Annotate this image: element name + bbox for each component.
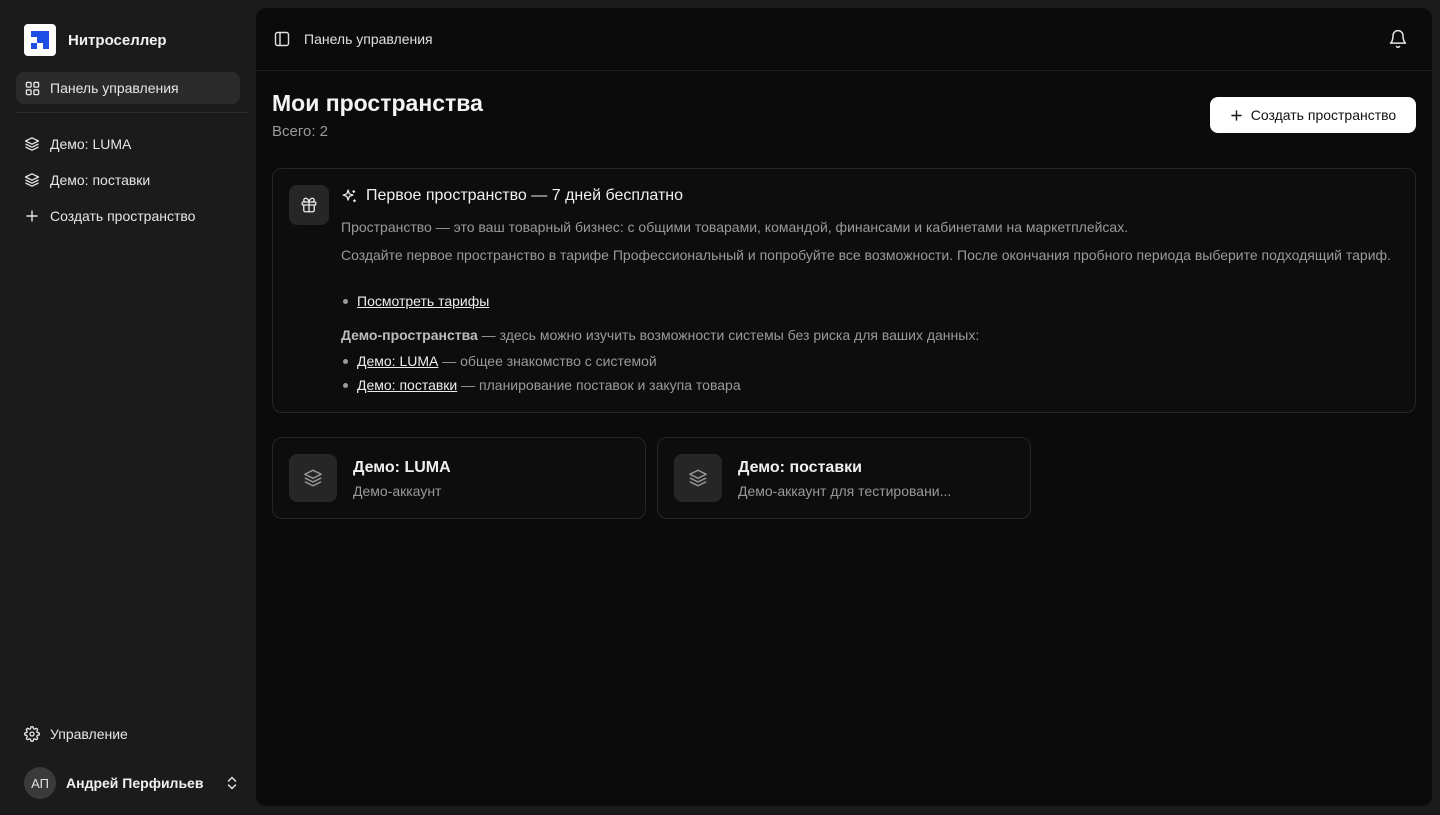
demo-luma-link[interactable]: Демо: LUMA bbox=[357, 353, 438, 369]
space-description: Демо-аккаунт bbox=[353, 483, 442, 499]
trial-offer: Создайте первое пространство в тарифе Пр… bbox=[341, 247, 1391, 263]
chevrons-up-down-icon bbox=[224, 775, 240, 791]
demo-intro: Демо-пространства — здесь можно изучить … bbox=[341, 325, 1391, 345]
gift-icon bbox=[289, 185, 329, 225]
tariffs-link[interactable]: Посмотреть тарифы bbox=[357, 293, 489, 309]
gear-icon bbox=[24, 726, 40, 742]
sidebar-item-space-luma[interactable]: Демо: LUMA bbox=[16, 128, 240, 160]
sidebar-toggle-icon[interactable] bbox=[274, 31, 290, 47]
sidebar-item-dashboard[interactable]: Панель управления bbox=[16, 72, 240, 104]
sidebar-item-label: Демо: LUMA bbox=[50, 136, 132, 152]
space-name: Демо: LUMA bbox=[353, 459, 451, 476]
sidebar-item-label: Создать пространство bbox=[50, 208, 196, 224]
bell-icon[interactable] bbox=[1388, 29, 1408, 49]
sparkles-icon bbox=[342, 188, 356, 202]
sidebar-item-space-supplies[interactable]: Демо: поставки bbox=[16, 164, 240, 196]
space-card-luma[interactable]: Демо: LUMA Демо-аккаунт bbox=[272, 437, 646, 519]
space-name: Демо: поставки bbox=[738, 459, 862, 476]
page-title: Мои пространства bbox=[272, 90, 483, 116]
trial-title-text: Первое пространство — 7 дней бесплатно bbox=[366, 187, 684, 204]
trial-description: Пространство — это ваш товарный бизнес: … bbox=[341, 219, 1129, 235]
layers-icon bbox=[24, 172, 40, 188]
layers-icon bbox=[674, 454, 722, 502]
dashboard-icon bbox=[24, 80, 40, 96]
sidebar-item-label: Управление bbox=[50, 726, 128, 742]
list-item: Демо: поставки — планирование поставок и… bbox=[343, 377, 741, 393]
list-item: Посмотреть тарифы bbox=[343, 293, 489, 309]
plus-icon bbox=[24, 208, 40, 224]
bullet-dot bbox=[343, 298, 348, 304]
demo-intro-strong: Демо-пространства bbox=[341, 327, 478, 343]
demo-supplies-desc: — планирование поставок и закупа товара bbox=[457, 377, 741, 393]
spaces-count: Всего: 2 bbox=[272, 123, 329, 140]
layers-icon bbox=[289, 454, 337, 502]
sidebar-divider bbox=[16, 112, 248, 113]
create-space-button-label: Создать пространство bbox=[1250, 107, 1397, 123]
main-panel: Панель управления Мои пространства Всего… bbox=[256, 8, 1432, 806]
list-item: Демо: LUMA — общее знакомство с системой bbox=[343, 353, 657, 369]
bullet-dot bbox=[343, 358, 348, 364]
brand[interactable]: Нитроселлер bbox=[24, 24, 167, 56]
app: Нитроселлер Панель управления Демо: LUMA bbox=[0, 0, 1440, 815]
demo-intro-rest: — здесь можно изучить возможности систем… bbox=[477, 327, 980, 343]
layers-icon bbox=[24, 136, 40, 152]
brand-name: Нитроселлер bbox=[68, 31, 167, 49]
trial-info-card: Первое пространство — 7 дней бесплатно П… bbox=[272, 168, 1416, 413]
demo-supplies-link[interactable]: Демо: поставки bbox=[357, 377, 457, 393]
bullet-dot bbox=[343, 382, 348, 388]
demo-luma-desc: — общее знакомство с системой bbox=[438, 353, 657, 369]
sidebar-item-settings[interactable]: Управление bbox=[16, 718, 240, 750]
space-card-supplies[interactable]: Демо: поставки Демо-аккаунт для тестиров… bbox=[657, 437, 1031, 519]
brand-logo bbox=[24, 24, 56, 56]
plus-icon bbox=[1231, 109, 1242, 121]
space-description: Демо-аккаунт для тестировани... bbox=[738, 483, 952, 499]
sidebar: Нитроселлер Панель управления Демо: LUMA bbox=[0, 0, 256, 815]
topbar: Панель управления bbox=[256, 8, 1432, 71]
user-name: Андрей Перфильев bbox=[66, 775, 204, 791]
breadcrumb: Панель управления bbox=[304, 31, 433, 47]
avatar: АП bbox=[24, 767, 56, 799]
sidebar-item-label: Демо: поставки bbox=[50, 172, 151, 188]
sidebar-item-create-space[interactable]: Создать пространство bbox=[16, 200, 240, 232]
trial-title: Первое пространство — 7 дней бесплатно bbox=[341, 187, 683, 205]
create-space-button[interactable]: Создать пространство bbox=[1210, 97, 1416, 133]
user-menu[interactable]: АП Андрей Перфильев bbox=[24, 766, 240, 800]
sidebar-item-label: Панель управления bbox=[50, 80, 179, 96]
